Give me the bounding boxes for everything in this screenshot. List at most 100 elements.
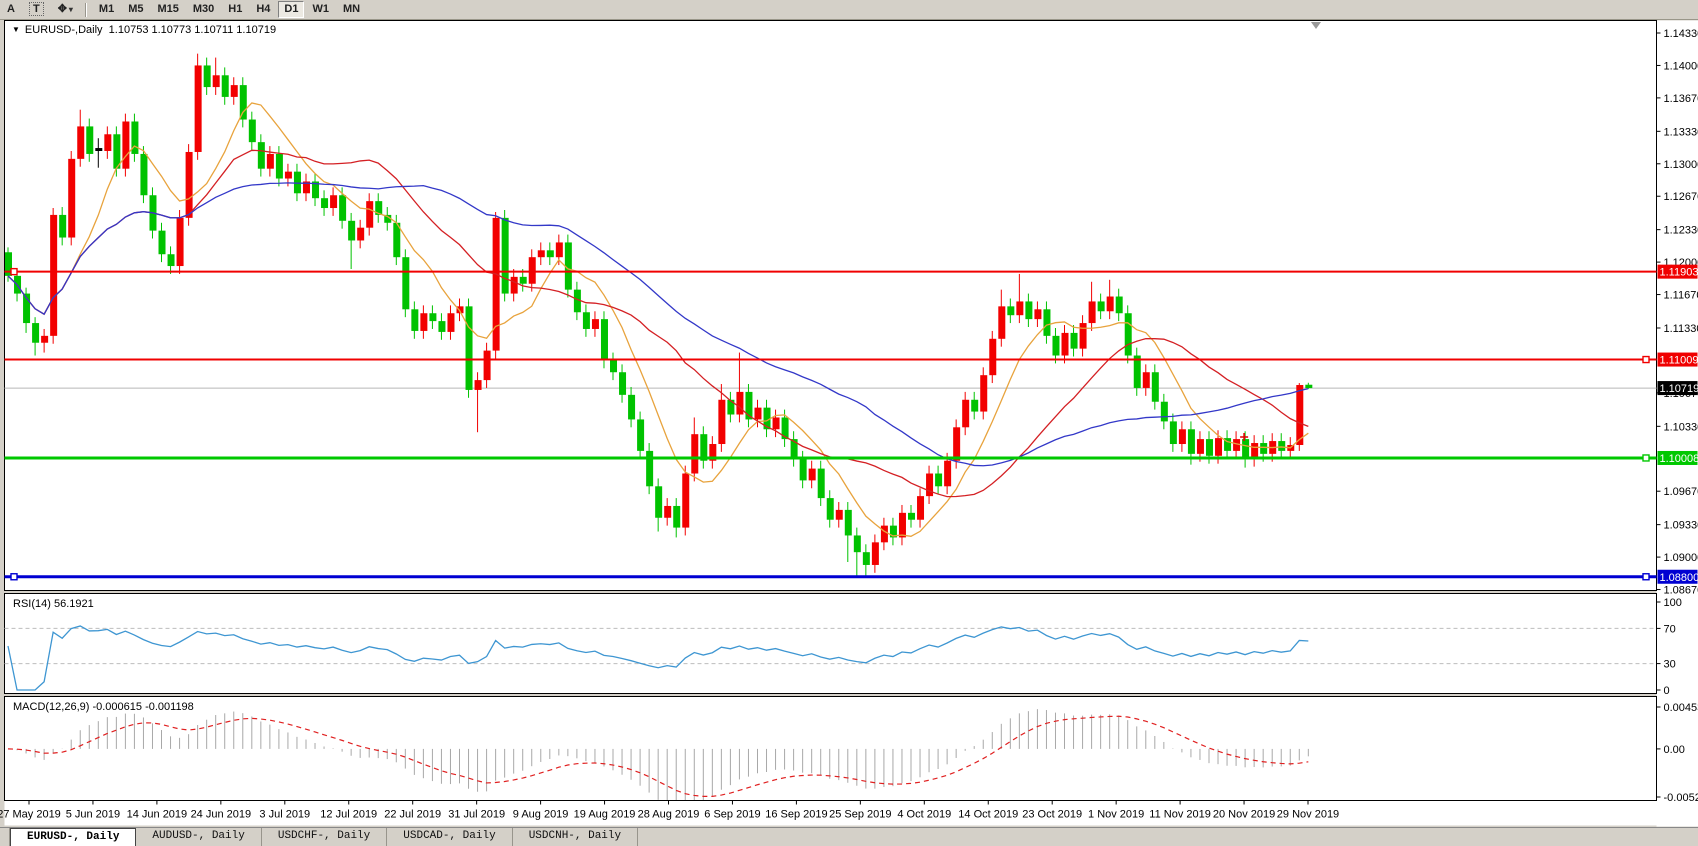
candle-body [619,372,626,395]
arrows-tool-button[interactable]: ✥▾ [52,1,79,18]
candle-body [1025,301,1032,319]
candle-body [1062,333,1069,356]
date-label: 29 Nov 2019 [1277,809,1339,821]
candle-body [240,85,247,119]
candle-body [168,254,175,266]
chart-title: ▼ EURUSD-,Daily 1.10753 1.10773 1.10711 1… [12,24,276,36]
price-tick-label: 1.08670 [1664,585,1698,597]
candle-body [655,486,662,517]
timeframe-d1-button[interactable]: D1 [278,1,304,18]
candle-body [186,152,193,218]
candle-body [447,313,454,332]
date-label: 6 Sep 2019 [704,809,760,821]
timeframe-w1-button[interactable]: W1 [306,1,335,18]
candle-body [827,498,834,520]
candle-body [420,313,427,331]
candle-body [691,434,698,473]
candle-body [1098,301,1105,311]
date-label: 3 Jul 2019 [259,809,310,821]
candle-body [664,506,671,518]
rsi-indicator-label: RSI(14) 56.1921 [13,598,94,610]
timeframe-h4-button[interactable]: H4 [250,1,276,18]
collapse-triangle-icon[interactable]: ▼ [12,25,20,34]
timeframe-h1-button[interactable]: H1 [222,1,248,18]
rsi-panel[interactable] [5,594,1657,694]
candle-body [899,513,906,538]
candle-body [637,419,644,450]
candle-body [610,360,617,372]
text-tool-button[interactable]: T [23,1,50,18]
line-handle[interactable] [1643,574,1649,580]
candle-body [863,552,870,565]
candle-body [475,380,482,390]
symbol-period-label: EURUSD-,Daily [25,24,103,36]
chart-tab-eurusd[interactable]: EURUSD-, Daily [10,828,136,846]
candle-body [122,121,129,168]
candle-body [159,231,166,255]
date-label: 12 Jul 2019 [320,809,377,821]
candle-body [1016,301,1023,315]
toolbar-separator [85,3,87,17]
line-handle[interactable] [1643,357,1649,363]
timeframe-mn-button[interactable]: MN [337,1,366,18]
timeframe-m5-button[interactable]: M5 [122,1,149,18]
chart-tab-audusd[interactable]: AUDUSD-, Daily [136,828,261,846]
date-label: 19 Aug 2019 [574,809,636,821]
macd-tick-label: -0.005205 [1664,792,1698,804]
price-chart[interactable]: 1.143301.140001.136701.133301.130001.126… [0,0,1698,845]
date-label: 27 May 2019 [0,809,61,821]
price-tick-label: 1.09670 [1664,486,1698,498]
price-tick-label: 1.14330 [1664,28,1698,40]
rsi-tick-label: 30 [1664,659,1676,671]
candle-body [493,218,500,351]
chart-tab-usdchf[interactable]: USDCHF-, Daily [262,828,387,846]
candle-body [1152,372,1159,401]
timeframe-m30-button[interactable]: M30 [187,1,220,18]
cursor-tool-button[interactable]: A [1,1,21,18]
rsi-tick-label: 100 [1664,597,1682,609]
candle-body [321,198,328,208]
candle-body [1161,402,1168,422]
date-label: 1 Nov 2019 [1088,809,1144,821]
candle-body [754,408,761,420]
candle-body [1215,438,1222,456]
candle-body [86,126,93,154]
candle-body [140,154,147,195]
macd-tick-label: 0.004536 [1664,702,1698,714]
candle-body [809,469,816,481]
date-label: 5 Jun 2019 [66,809,120,821]
chart-tab-usdcad[interactable]: USDCAD-, Daily [387,828,512,846]
price-tag-label: 1.08800 [1660,572,1698,584]
price-tick-label: 1.13000 [1664,159,1698,171]
candle-body [1125,313,1132,355]
rsi-tick-label: 0 [1664,685,1670,697]
candle-body [511,277,518,294]
candle-body [32,323,39,343]
candle-body [276,154,283,179]
ohlc-values: 1.10753 1.10773 1.10711 1.10719 [109,24,276,36]
candle-body [547,250,554,257]
candle-body [736,392,743,415]
date-label: 31 Jul 2019 [448,809,505,821]
candle-body [1007,306,1014,315]
candle-body [682,474,689,528]
candle-body [935,474,942,487]
candle-body [1206,439,1213,456]
candle-body [773,417,780,429]
line-handle[interactable] [11,269,17,275]
candle-body [953,427,960,460]
date-label: 4 Oct 2019 [897,809,951,821]
timeframe-m1-button[interactable]: M1 [93,1,120,18]
candle-body [718,400,725,444]
candle-body [872,542,879,565]
chart-tab-usdcnh[interactable]: USDCNH-, Daily [513,828,638,846]
line-handle[interactable] [11,574,17,580]
candle-body [258,142,265,169]
candle-body [818,469,825,498]
candle-body [294,172,301,194]
line-handle[interactable] [1643,455,1649,461]
macd-tick-label: 0.00 [1664,744,1685,756]
price-tick-label: 1.13330 [1664,126,1698,138]
chevron-down-icon[interactable]: ▾ [69,5,73,14]
timeframe-m15-button[interactable]: M15 [151,1,184,18]
